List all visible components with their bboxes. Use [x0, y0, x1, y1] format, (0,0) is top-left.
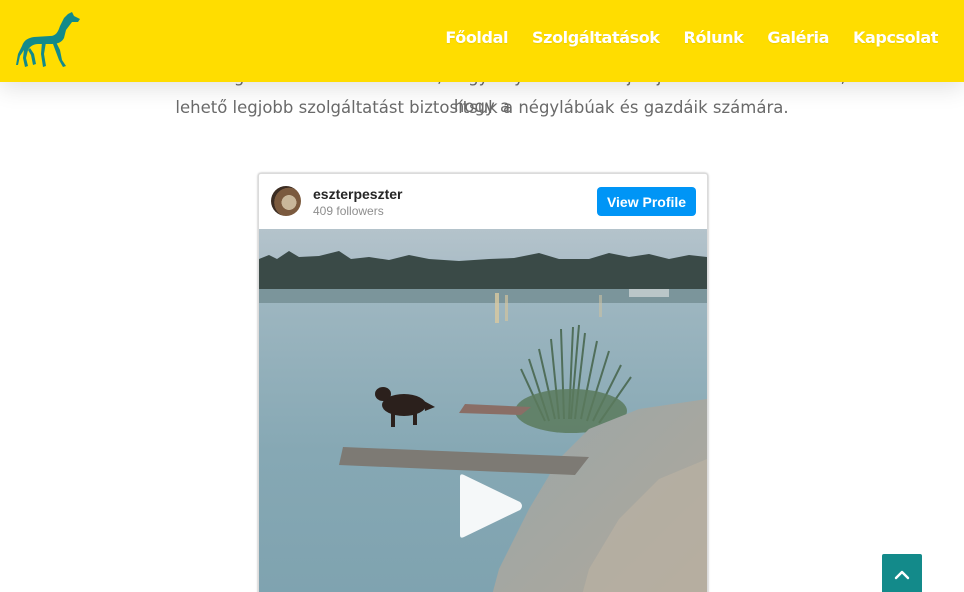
instagram-embed-header: eszterpeszter 409 followers View Profile [259, 174, 707, 229]
site-header: Főoldal Szolgáltatások Rólunk Galéria Ka… [0, 0, 964, 82]
play-icon[interactable] [456, 473, 524, 539]
nav-link-about[interactable]: Rólunk [684, 28, 744, 47]
nav-link-gallery[interactable]: Galéria [767, 28, 829, 47]
greyhound-dog-icon[interactable] [16, 10, 82, 70]
back-to-top-button[interactable] [882, 554, 922, 592]
page: elkötelezettségünkről. Arra törekszünk, … [0, 0, 964, 592]
instagram-video[interactable] [259, 229, 707, 592]
follower-count: 409 followers [313, 204, 384, 218]
view-profile-button[interactable]: View Profile [597, 187, 696, 216]
main-nav: Főoldal Szolgáltatások Rólunk Galéria Ka… [445, 0, 938, 74]
chevron-up-icon [894, 570, 910, 580]
instagram-embed: eszterpeszter 409 followers View Profile [258, 173, 708, 592]
avatar[interactable] [271, 186, 301, 216]
intro-text-line: lehető legjobb szolgáltatást biztosítsuk… [175, 98, 789, 117]
nav-link-contact[interactable]: Kapcsolat [853, 28, 938, 47]
nav-link-services[interactable]: Szolgáltatások [532, 28, 660, 47]
nav-link-home[interactable]: Főoldal [445, 28, 508, 47]
instagram-username[interactable]: eszterpeszter [313, 186, 403, 202]
